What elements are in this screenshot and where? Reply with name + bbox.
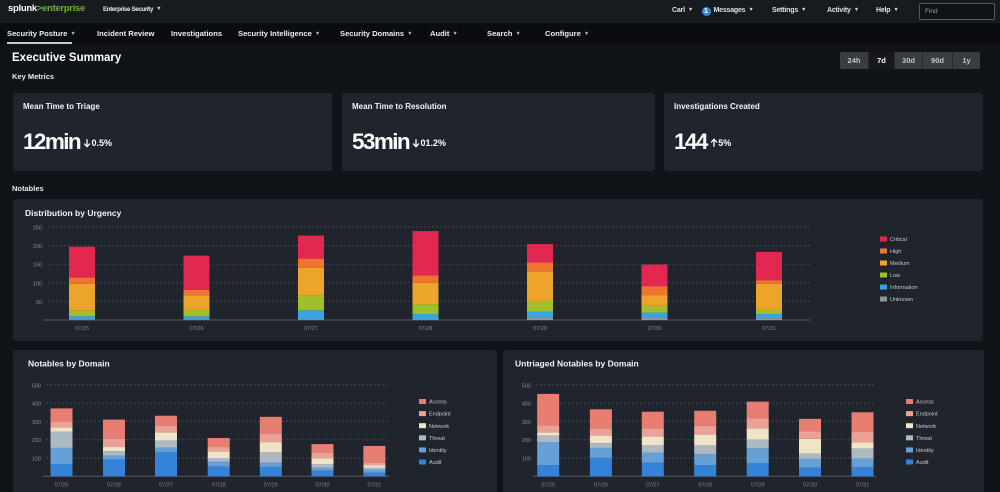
svg-text:Identity: Identity	[429, 448, 447, 454]
svg-text:07/30: 07/30	[316, 482, 330, 488]
svg-text:Network: Network	[916, 424, 936, 430]
svg-text:500: 500	[32, 383, 41, 389]
svg-text:07/31: 07/31	[856, 482, 870, 488]
svg-text:400: 400	[522, 402, 531, 408]
svg-text:07/26: 07/26	[190, 326, 204, 332]
svg-text:Identity: Identity	[916, 448, 934, 454]
svg-text:07/28: 07/28	[212, 482, 226, 488]
svg-text:Audit: Audit	[429, 460, 442, 466]
svg-text:Audit: Audit	[916, 460, 929, 466]
svg-text:Access: Access	[429, 400, 447, 406]
svg-text:07/28: 07/28	[419, 326, 433, 332]
svg-text:07/30: 07/30	[803, 482, 817, 488]
svg-text:150: 150	[33, 263, 42, 269]
svg-text:07/31: 07/31	[368, 482, 382, 488]
svg-text:300: 300	[522, 420, 531, 426]
svg-text:Threat: Threat	[916, 436, 932, 442]
svg-text:07/31: 07/31	[762, 326, 776, 332]
svg-text:07/25: 07/25	[55, 482, 69, 488]
svg-text:07/26: 07/26	[594, 482, 608, 488]
svg-text:400: 400	[32, 402, 41, 408]
svg-text:100: 100	[522, 457, 531, 463]
svg-text:07/30: 07/30	[648, 326, 662, 332]
svg-text:Unknown: Unknown	[890, 297, 913, 303]
svg-text:High: High	[890, 249, 901, 255]
svg-text:07/25: 07/25	[541, 482, 555, 488]
svg-text:100: 100	[33, 281, 42, 287]
svg-text:Untriaged Notables by Domain: Untriaged Notables by Domain	[515, 359, 639, 369]
svg-text:07/27: 07/27	[646, 482, 660, 488]
svg-text:500: 500	[522, 383, 531, 389]
svg-text:Critical: Critical	[890, 237, 907, 243]
svg-text:Access: Access	[916, 400, 934, 406]
svg-text:07/25: 07/25	[75, 326, 89, 332]
svg-text:100: 100	[32, 457, 41, 463]
svg-text:07/27: 07/27	[159, 482, 173, 488]
svg-text:50: 50	[36, 300, 42, 306]
svg-text:Low: Low	[890, 273, 900, 279]
svg-text:Notables by Domain: Notables by Domain	[28, 359, 110, 369]
svg-text:Distribution by Urgency: Distribution by Urgency	[25, 208, 122, 218]
svg-text:250: 250	[33, 226, 42, 232]
svg-text:Threat: Threat	[429, 436, 445, 442]
svg-text:07/27: 07/27	[304, 326, 318, 332]
svg-text:07/29: 07/29	[751, 482, 765, 488]
svg-text:07/29: 07/29	[533, 326, 547, 332]
svg-text:Information: Information	[890, 285, 918, 291]
svg-text:200: 200	[32, 438, 41, 444]
svg-text:Network: Network	[429, 424, 449, 430]
svg-text:Endpoint: Endpoint	[916, 412, 938, 418]
svg-text:Medium: Medium	[890, 261, 910, 267]
svg-text:200: 200	[522, 438, 531, 444]
svg-text:300: 300	[32, 420, 41, 426]
svg-text:07/29: 07/29	[264, 482, 278, 488]
svg-text:200: 200	[33, 244, 42, 250]
svg-text:Endpoint: Endpoint	[429, 412, 451, 418]
svg-text:07/26: 07/26	[107, 482, 121, 488]
svg-text:07/28: 07/28	[698, 482, 712, 488]
